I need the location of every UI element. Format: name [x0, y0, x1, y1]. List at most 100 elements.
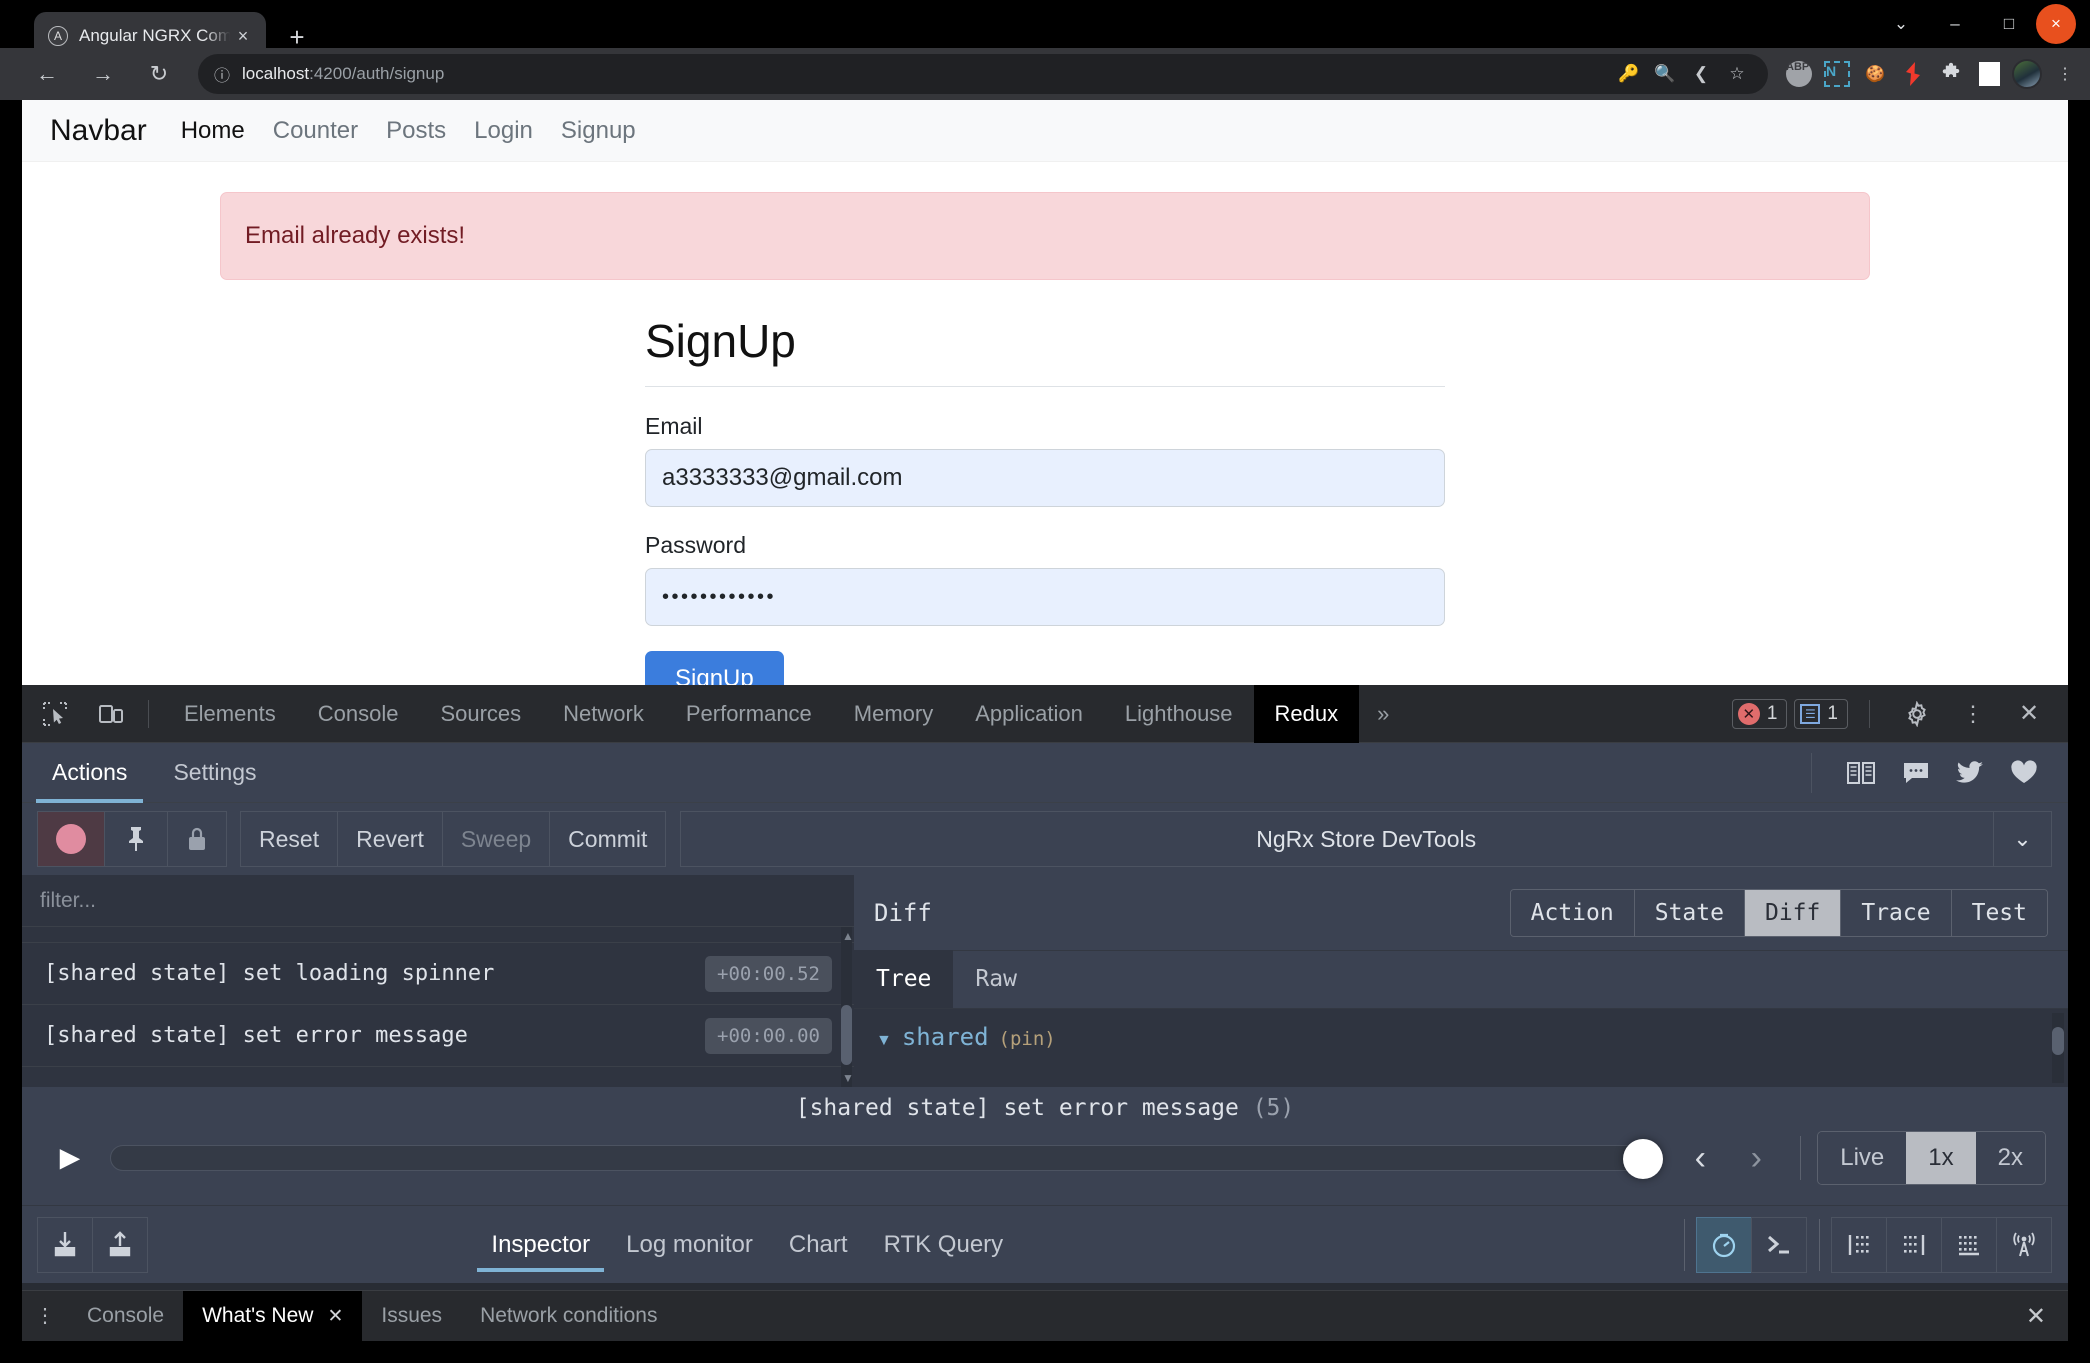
- redux-tab-actions[interactable]: Actions: [36, 743, 143, 803]
- reload-icon[interactable]: ↻: [136, 51, 182, 97]
- action-filter-input[interactable]: filter...: [22, 875, 854, 927]
- tree-node[interactable]: ▼ shared (pin): [876, 1023, 2068, 1051]
- import-icon[interactable]: [37, 1217, 93, 1273]
- close-icon[interactable]: ✕: [2006, 691, 2052, 737]
- redux-tab-settings[interactable]: Settings: [157, 743, 272, 803]
- share-icon[interactable]: ❮: [1686, 64, 1716, 84]
- chevron-down-icon[interactable]: ⌄: [1993, 812, 2051, 866]
- device-toolbar-icon[interactable]: [88, 691, 134, 737]
- info-icon[interactable]: ⓘ: [214, 62, 230, 86]
- lock-icon[interactable]: [167, 811, 227, 867]
- export-icon[interactable]: [92, 1217, 148, 1273]
- monitor-tab-log-monitor[interactable]: Log monitor: [608, 1218, 771, 1272]
- nav-link-signup[interactable]: Signup: [561, 117, 636, 145]
- commit-button[interactable]: Commit: [549, 811, 666, 867]
- dock-bottom-icon[interactable]: [1941, 1217, 1997, 1273]
- sweep-button[interactable]: Sweep: [442, 811, 550, 867]
- window-close-button[interactable]: ×: [2036, 4, 2076, 44]
- monitor-tab-chart[interactable]: Chart: [771, 1218, 866, 1272]
- slider-handle[interactable]: [1623, 1139, 1663, 1179]
- chevron-right-icon[interactable]: ›: [1728, 1139, 1784, 1178]
- address-bar[interactable]: ⓘ localhost:4200/auth/signup 🔑 🔍 ❮ ☆: [198, 54, 1768, 94]
- close-icon[interactable]: ✕: [327, 1305, 343, 1328]
- adblock-plus-icon[interactable]: ABP: [1782, 57, 1816, 91]
- pin-icon[interactable]: [104, 811, 168, 867]
- dock-left-icon[interactable]: [1831, 1217, 1887, 1273]
- close-icon[interactable]: ×: [232, 26, 254, 47]
- kebab-menu-icon[interactable]: ⋮: [1950, 691, 1996, 737]
- zoom-icon[interactable]: 🔍: [1650, 64, 1680, 84]
- drawer-close-icon[interactable]: ✕: [2026, 1302, 2068, 1331]
- twitter-icon[interactable]: [1956, 761, 1984, 785]
- drawer-tab-console[interactable]: Console: [68, 1291, 183, 1342]
- nav-link-login[interactable]: Login: [474, 117, 533, 145]
- instance-selector[interactable]: NgRx Store DevTools ⌄: [680, 811, 2052, 867]
- tab-redux[interactable]: Redux: [1254, 685, 1360, 743]
- tab-elements[interactable]: Elements: [163, 685, 297, 743]
- speed-live[interactable]: Live: [1818, 1132, 1906, 1184]
- tab-lighthouse[interactable]: Lighthouse: [1104, 685, 1254, 743]
- minimize-button[interactable]: –: [1928, 0, 1982, 48]
- cookie-icon[interactable]: 🍪: [1858, 57, 1892, 91]
- segment-diff[interactable]: Diff: [1745, 890, 1841, 936]
- email-field[interactable]: a3333333@gmail.com: [645, 449, 1445, 507]
- tab-sources[interactable]: Sources: [419, 685, 542, 743]
- subtab-tree[interactable]: Tree: [854, 950, 953, 1008]
- tab-application[interactable]: Application: [954, 685, 1104, 743]
- slow-motion-icon[interactable]: [1696, 1217, 1752, 1273]
- chat-icon[interactable]: [1902, 760, 1930, 786]
- speed-1x[interactable]: 1x: [1906, 1132, 1975, 1184]
- kebab-menu-icon[interactable]: ⋮: [22, 1308, 68, 1325]
- subtab-raw[interactable]: Raw: [953, 950, 1039, 1008]
- segment-test[interactable]: Test: [1952, 890, 2047, 936]
- segment-trace[interactable]: Trace: [1841, 890, 1951, 936]
- nav-link-posts[interactable]: Posts: [386, 117, 446, 145]
- list-item[interactable]: [shared state] set loading spinner +00:0…: [22, 943, 854, 1005]
- tab-performance[interactable]: Performance: [665, 685, 833, 743]
- book-icon[interactable]: [1846, 760, 1876, 786]
- app-brand[interactable]: Navbar: [50, 114, 147, 148]
- record-icon[interactable]: [37, 811, 105, 867]
- square-icon[interactable]: [1972, 57, 2006, 91]
- back-icon[interactable]: ←: [24, 51, 70, 97]
- password-field[interactable]: ••••••••••••: [645, 568, 1445, 626]
- monitor-tab-inspector[interactable]: Inspector: [473, 1218, 608, 1272]
- dock-right-icon[interactable]: [1886, 1217, 1942, 1273]
- key-icon[interactable]: 🔑: [1614, 64, 1644, 84]
- message-count-badge[interactable]: ☰ 1: [1794, 699, 1848, 729]
- terminal-icon[interactable]: [1751, 1217, 1807, 1273]
- profile-avatar[interactable]: [2010, 57, 2044, 91]
- signup-button[interactable]: SignUp: [645, 651, 784, 685]
- gear-icon[interactable]: [1894, 691, 1940, 737]
- segment-state[interactable]: State: [1635, 890, 1745, 936]
- play-icon[interactable]: ►: [42, 1139, 98, 1178]
- monitor-tab-rtk-query[interactable]: RTK Query: [866, 1218, 1022, 1272]
- chevron-down-icon[interactable]: ⌄: [1874, 0, 1928, 48]
- tree-node-pin[interactable]: (pin): [999, 1028, 1056, 1050]
- drawer-tab-issues[interactable]: Issues: [362, 1291, 461, 1342]
- puzzle-icon[interactable]: [1934, 57, 1968, 91]
- notion-icon[interactable]: N: [1820, 57, 1854, 91]
- bookmark-star-icon[interactable]: ☆: [1722, 64, 1752, 84]
- inspect-element-icon[interactable]: [32, 691, 78, 737]
- chevron-left-icon[interactable]: ‹: [1672, 1139, 1728, 1178]
- tab-console[interactable]: Console: [297, 685, 420, 743]
- drawer-tab-whats-new[interactable]: What's New✕: [183, 1291, 362, 1342]
- remote-icon[interactable]: [1996, 1217, 2052, 1273]
- revert-button[interactable]: Revert: [337, 811, 443, 867]
- list-item[interactable]: [22, 927, 854, 943]
- new-tab-button[interactable]: +: [280, 24, 314, 50]
- kebab-menu-icon[interactable]: ⋮: [2048, 57, 2082, 91]
- nav-link-counter[interactable]: Counter: [273, 117, 358, 145]
- error-count-badge[interactable]: ✕ 1: [1732, 699, 1788, 729]
- reset-button[interactable]: Reset: [240, 811, 338, 867]
- timeline-slider[interactable]: [110, 1145, 1660, 1171]
- segment-action[interactable]: Action: [1511, 890, 1635, 936]
- tree-scrollbar[interactable]: [2052, 1013, 2064, 1083]
- action-list-scrollbar[interactable]: ▲ ▼: [841, 927, 852, 1087]
- list-item[interactable]: [shared state] set error message +00:00.…: [22, 1005, 854, 1067]
- nav-link-home[interactable]: Home: [181, 117, 245, 145]
- speed-2x[interactable]: 2x: [1976, 1132, 2045, 1184]
- drawer-tab-network-conditions[interactable]: Network conditions: [461, 1291, 676, 1342]
- tab-memory[interactable]: Memory: [833, 685, 954, 743]
